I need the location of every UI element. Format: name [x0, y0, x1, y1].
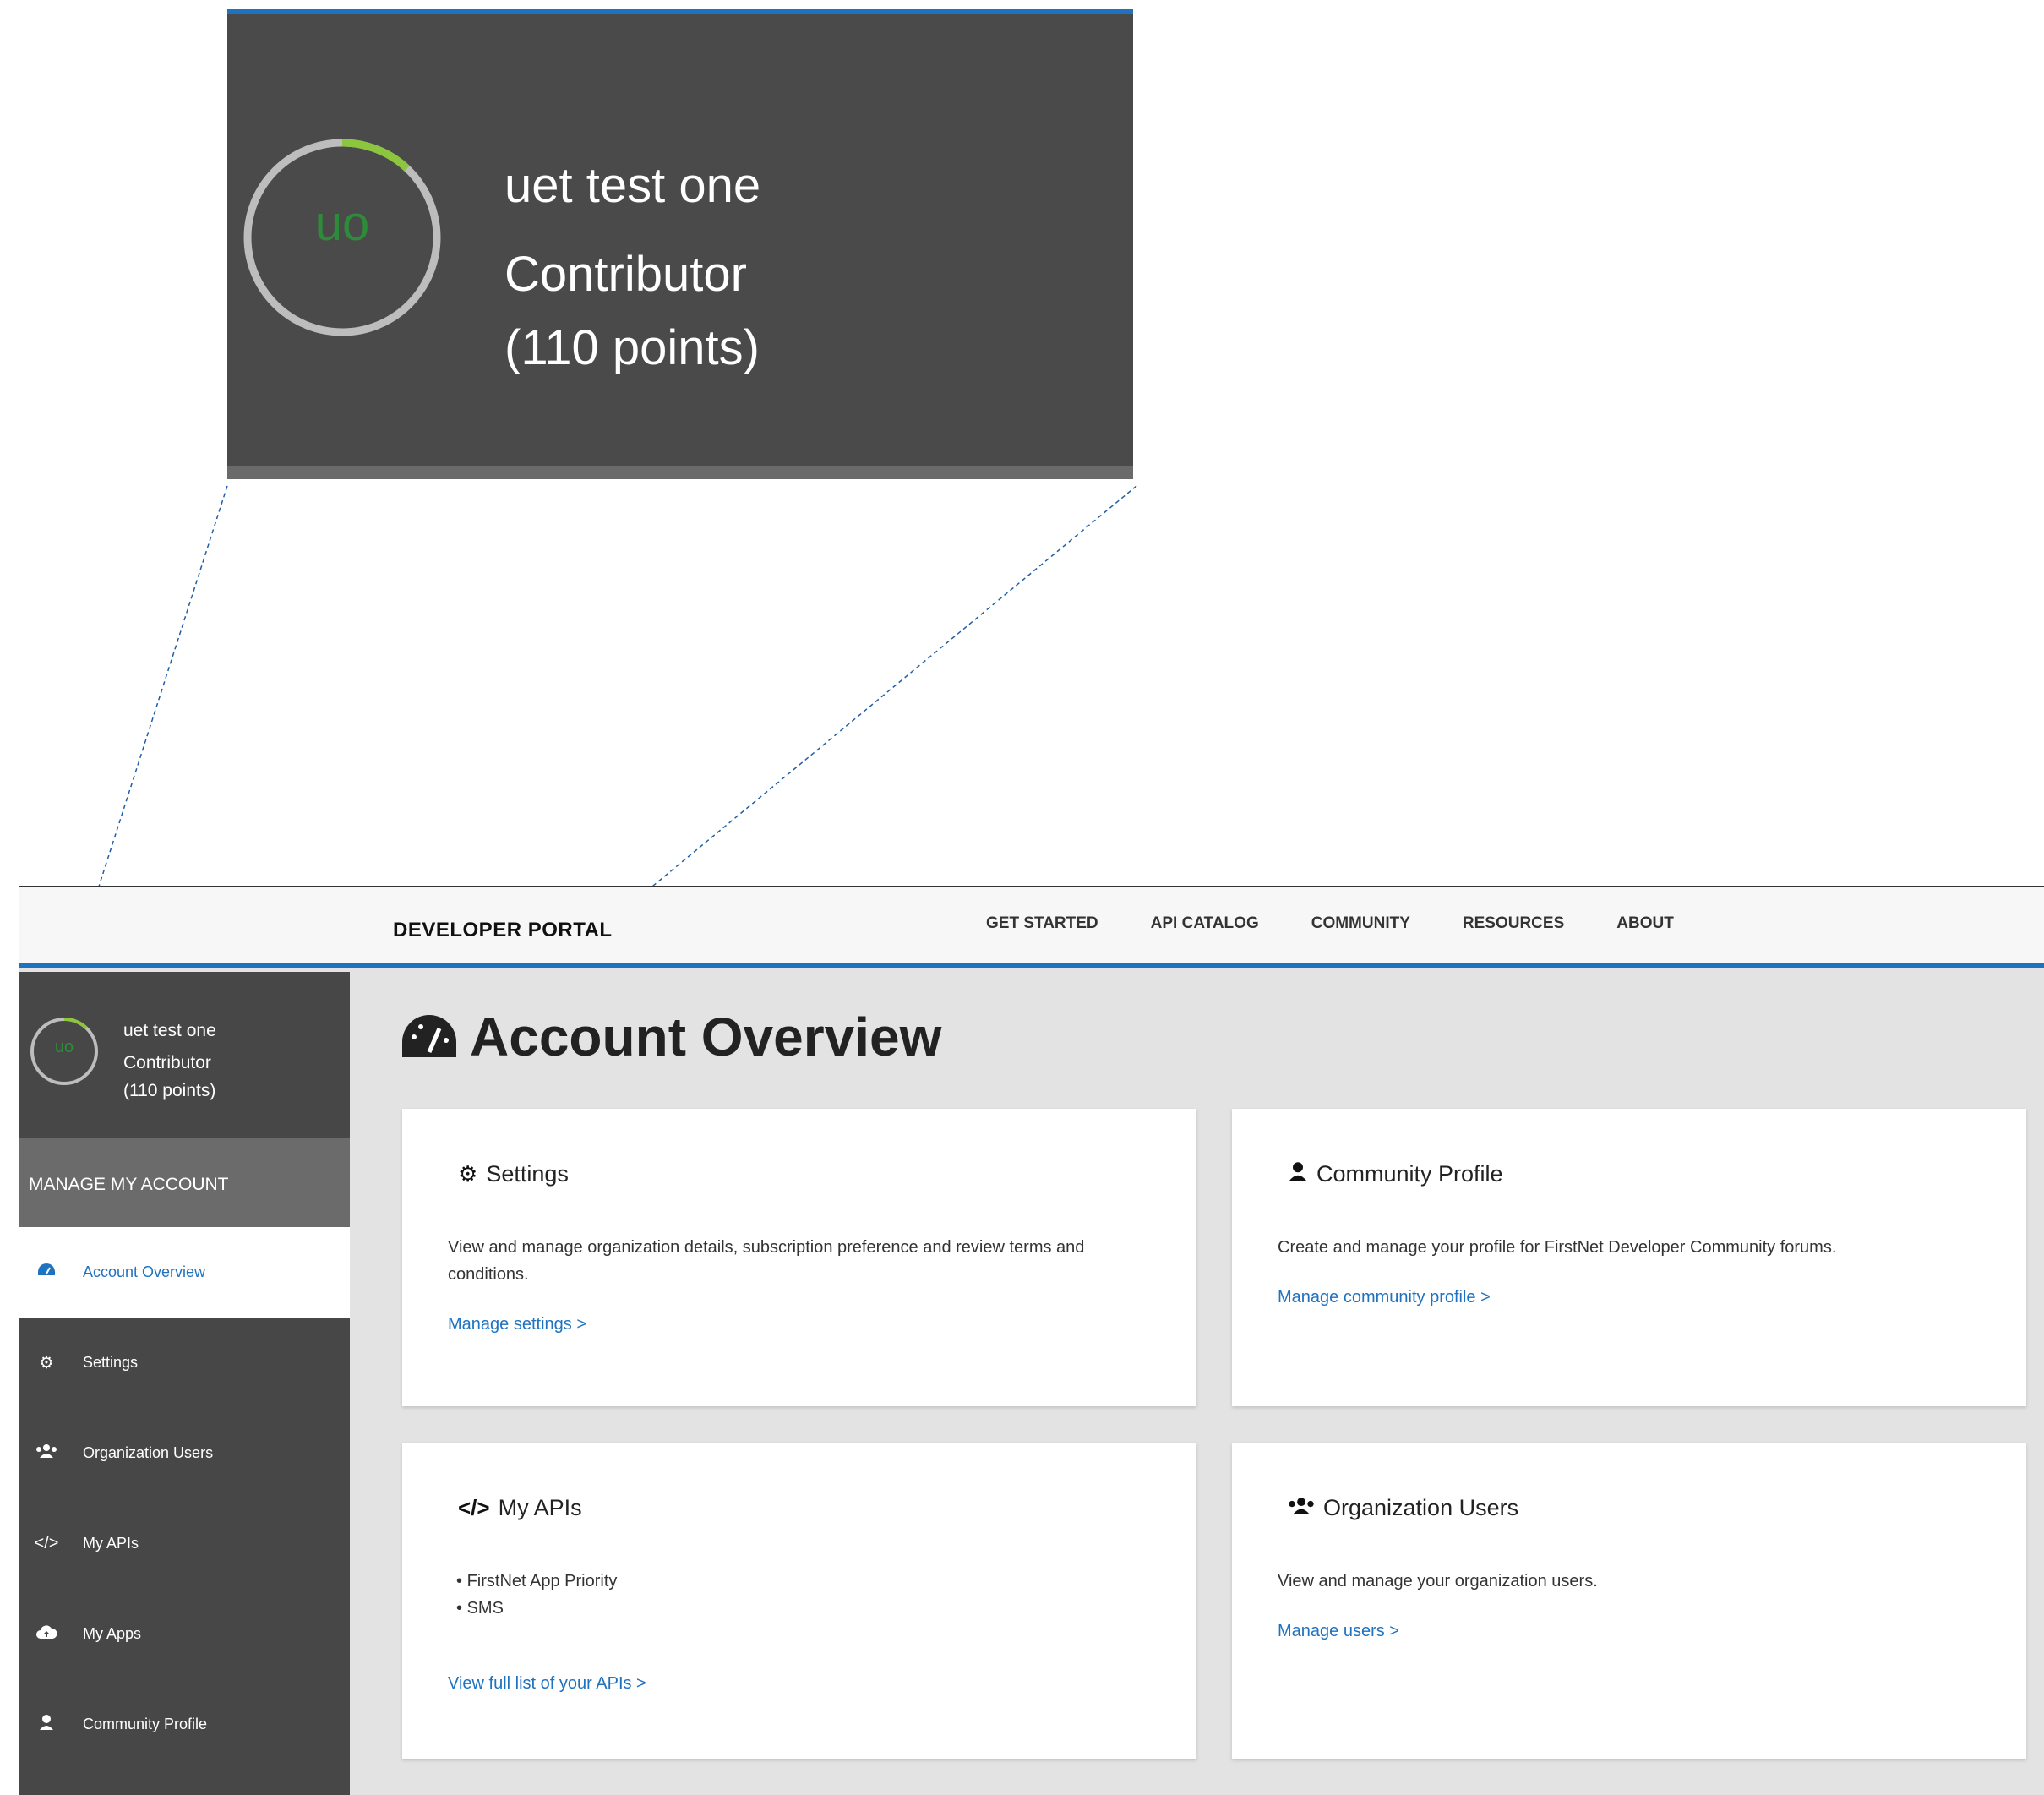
- avatar-initials: uo: [54, 1038, 74, 1056]
- portal-screenshot: DEVELOPER PORTAL GET STARTED API CATALOG…: [19, 886, 2044, 1795]
- sidebar-item-community-profile[interactable]: Community Profile: [19, 1679, 350, 1770]
- profile-role: Contributor: [123, 1053, 211, 1072]
- dashboard-icon: [402, 1015, 456, 1057]
- sidebar-item-organization-users[interactable]: Organization Users: [19, 1408, 350, 1498]
- profile-name: uet test one: [123, 1021, 216, 1040]
- brand-logo[interactable]: DEVELOPER PORTAL: [393, 919, 613, 942]
- sidebar-item-my-apis[interactable]: </> My APIs: [19, 1498, 350, 1589]
- nav-about[interactable]: ABOUT: [1616, 914, 1674, 933]
- nav-get-started[interactable]: GET STARTED: [986, 914, 1098, 933]
- manage-account-header: MANAGE MY ACCOUNT: [19, 1138, 350, 1227]
- sidebar-item-label: Settings: [83, 1354, 139, 1371]
- sidebar-item-label: Organization Users: [83, 1444, 214, 1461]
- sidebar-item-label: My Apps: [83, 1625, 142, 1642]
- list-item: FirstNet App Priority: [456, 1568, 618, 1595]
- card-title: Organization Users: [1323, 1495, 1519, 1520]
- card-title: Community Profile: [1316, 1161, 1503, 1187]
- users-icon: [1288, 1495, 1315, 1521]
- sidebar-item-label: Account Overview: [83, 1263, 206, 1280]
- sidebar: uo uet test one Contributor (110 points)…: [19, 972, 350, 1795]
- card-description: View and manage your organization users.: [1278, 1572, 1598, 1590]
- card-header: </> My APIs: [458, 1495, 582, 1521]
- gear-icon: ⚙: [458, 1161, 478, 1187]
- view-apis-link[interactable]: View full list of your APIs >: [448, 1674, 646, 1694]
- community-profile-card: Community Profile Create and manage your…: [1232, 1109, 2026, 1406]
- code-icon: </>: [458, 1495, 490, 1520]
- manage-settings-link[interactable]: Manage settings >: [448, 1315, 586, 1334]
- page-title: Account Overview: [470, 1007, 942, 1067]
- users-icon: [19, 1443, 74, 1464]
- user-icon: [19, 1714, 74, 1736]
- page: uo uet test one Contributor (110 points)…: [0, 0, 2044, 1795]
- top-navigation: DEVELOPER PORTAL GET STARTED API CATALOG…: [19, 887, 2044, 968]
- profile-points: (110 points): [123, 1081, 216, 1100]
- api-list: FirstNet App Priority SMS: [456, 1568, 618, 1622]
- manage-users-link[interactable]: Manage users >: [1278, 1622, 1399, 1641]
- nav-links: GET STARTED API CATALOG COMMUNITY RESOUR…: [986, 914, 1726, 933]
- card-description: Create and manage your profile for First…: [1278, 1238, 1837, 1257]
- card-description: View and manage organization details, su…: [448, 1238, 1085, 1284]
- settings-card: ⚙ Settings View and manage organization …: [402, 1109, 1196, 1406]
- nav-community[interactable]: COMMUNITY: [1311, 914, 1410, 933]
- sidebar-item-label: Community Profile: [83, 1716, 208, 1732]
- main-content: Account Overview ⚙ Settings View and man…: [350, 972, 2044, 1795]
- zoom-user-name: uet test one: [504, 158, 761, 213]
- zoom-callout: uo uet test one Contributor (110 points): [227, 9, 1133, 479]
- sidebar-item-label: My APIs: [83, 1535, 139, 1552]
- organization-users-card: Organization Users View and manage your …: [1232, 1443, 2026, 1759]
- sidebar-item-my-apps[interactable]: My Apps: [19, 1589, 350, 1679]
- list-item: SMS: [456, 1595, 617, 1622]
- my-apis-card: </> My APIs FirstNet App Priority SMS Vi…: [402, 1443, 1196, 1759]
- card-header: Organization Users: [1288, 1495, 1518, 1521]
- card-header: Community Profile: [1288, 1161, 1503, 1187]
- card-header: ⚙ Settings: [458, 1161, 569, 1187]
- user-icon: [1288, 1161, 1308, 1187]
- zoom-user-role: Contributor: [504, 247, 747, 302]
- zoom-user-points: (110 points): [504, 320, 760, 375]
- sidebar-item-account-overview[interactable]: Account Overview: [19, 1227, 350, 1318]
- dashboard-icon: [19, 1262, 74, 1284]
- sidebar-item-settings[interactable]: ⚙ Settings: [19, 1318, 350, 1408]
- nav-api-catalog[interactable]: API CATALOG: [1151, 914, 1259, 933]
- manage-community-profile-link[interactable]: Manage community profile >: [1278, 1288, 1491, 1307]
- zoom-avatar-initials: uo: [314, 196, 370, 251]
- nav-resources[interactable]: RESOURCES: [1463, 914, 1564, 933]
- card-title: Settings: [486, 1161, 569, 1187]
- sidebar-profile: uo uet test one Contributor (110 points): [19, 972, 350, 1138]
- card-title: My APIs: [498, 1495, 582, 1520]
- cloud-upload-icon: [19, 1624, 74, 1645]
- code-icon: </>: [34, 1534, 59, 1552]
- zoom-bottom-bar: [227, 466, 1133, 479]
- gear-icon: ⚙: [39, 1354, 54, 1372]
- page-title-row: Account Overview: [399, 1006, 941, 1068]
